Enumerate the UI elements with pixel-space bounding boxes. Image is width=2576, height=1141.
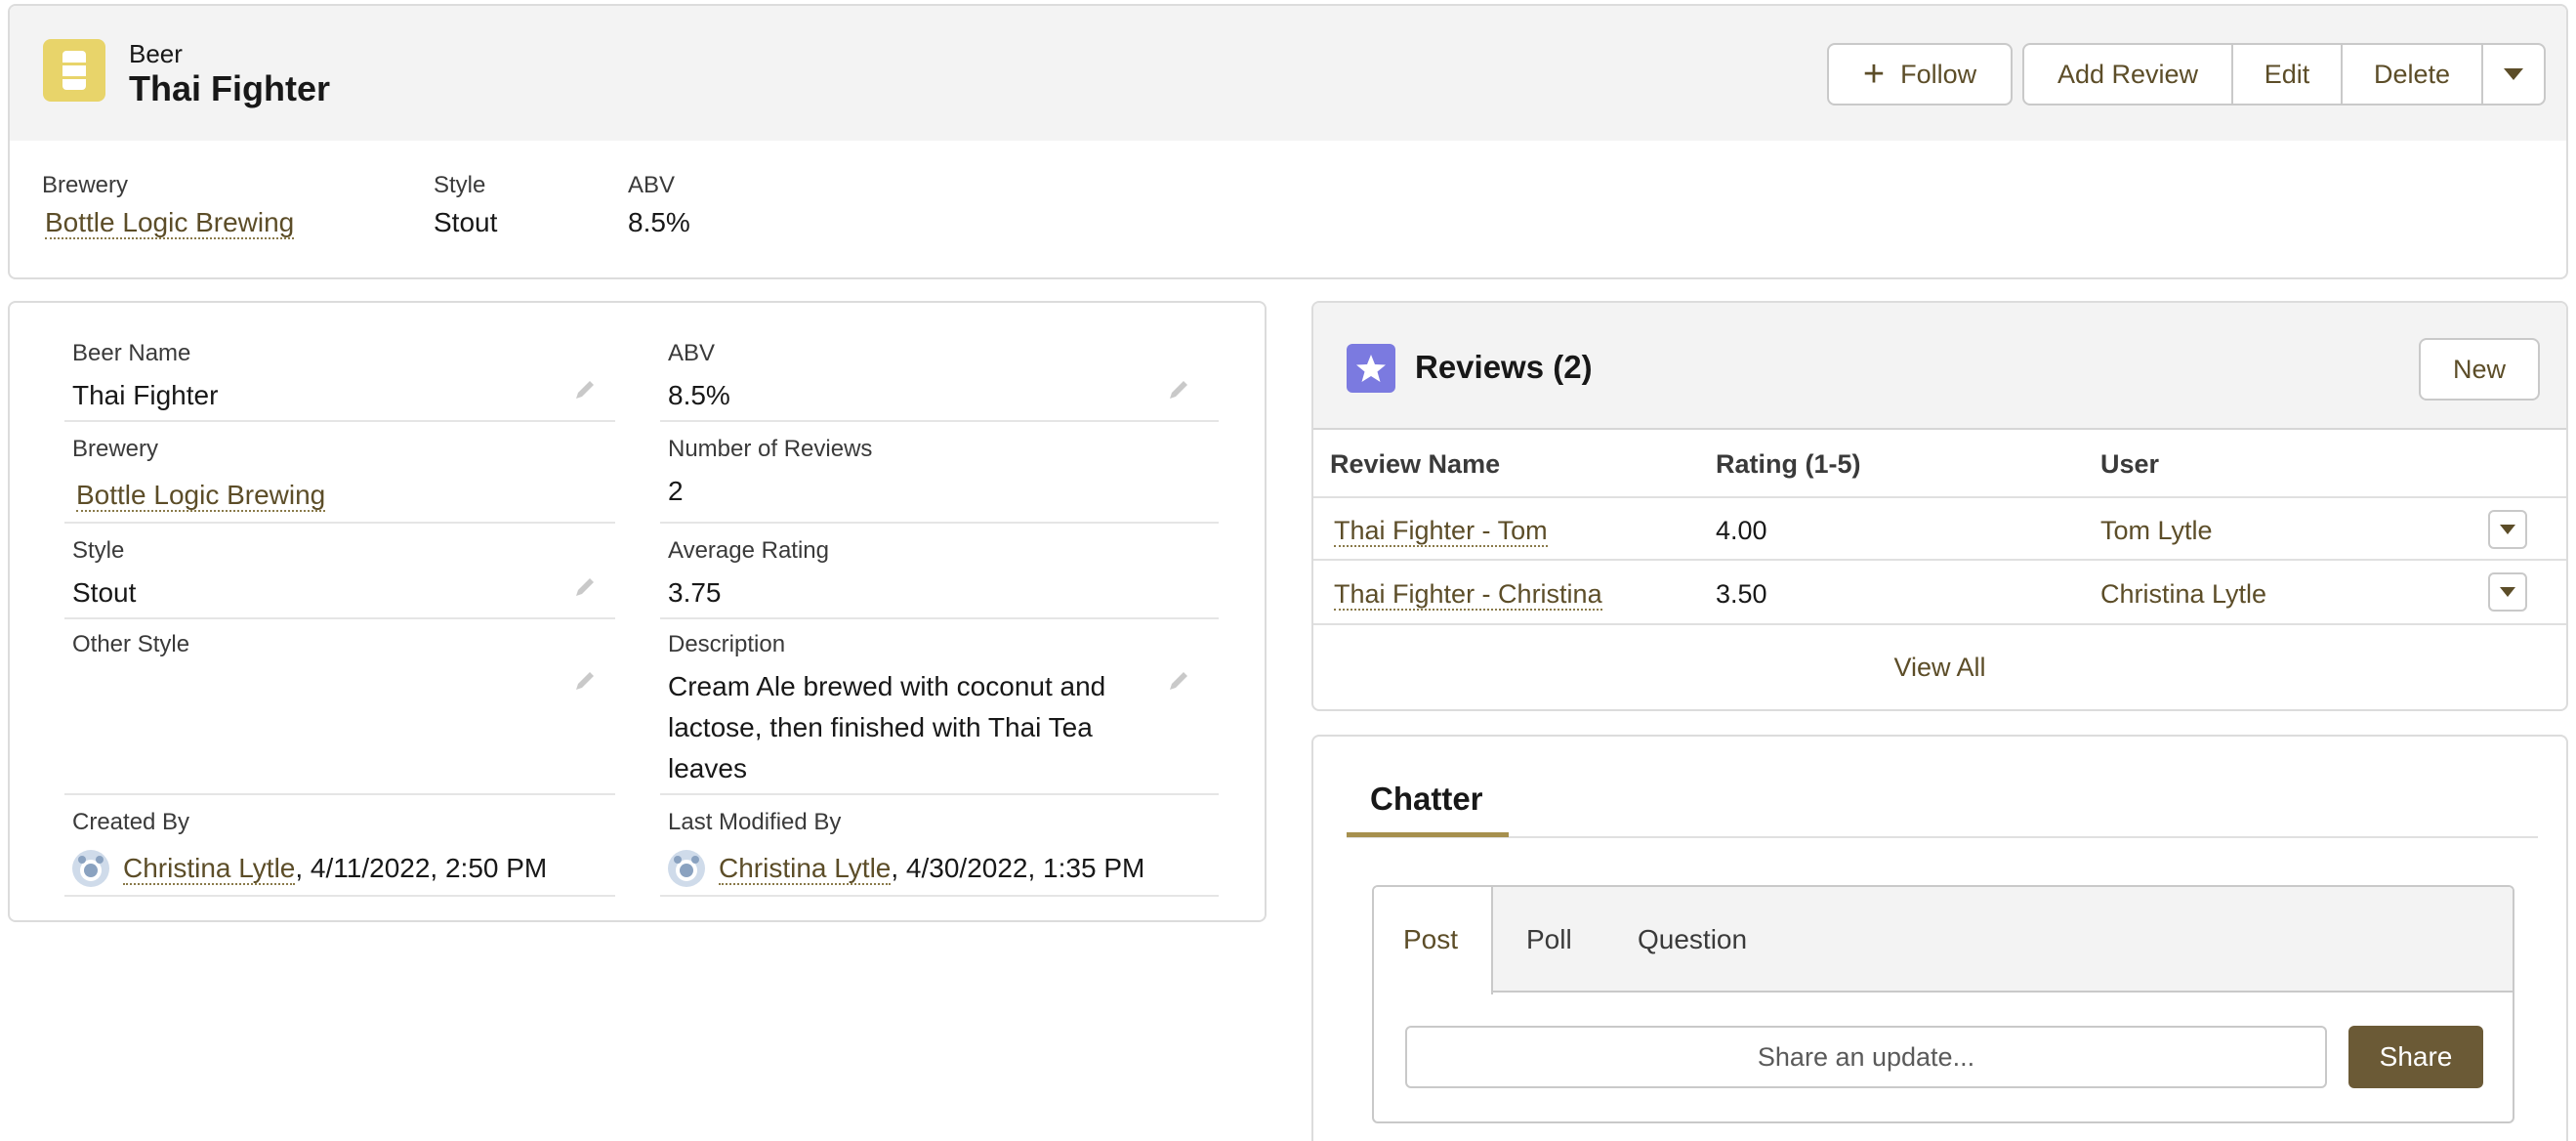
num-reviews-value: 2 bbox=[668, 476, 684, 506]
row-divider bbox=[1313, 559, 2566, 561]
created-by-user-link[interactable]: Christina Lytle bbox=[123, 853, 296, 885]
follow-button[interactable]: + Follow bbox=[1827, 43, 2013, 106]
astro-avatar-icon bbox=[78, 856, 104, 881]
created-by-date: , 4/11/2022, 2:50 PM bbox=[295, 853, 548, 883]
avg-rating-value: 3.75 bbox=[668, 577, 722, 608]
field-divider bbox=[660, 793, 1219, 795]
chevron-down-icon bbox=[2504, 68, 2523, 80]
chevron-down-icon bbox=[2500, 587, 2515, 597]
field-divider bbox=[660, 895, 1219, 897]
avg-rating-label: Average Rating bbox=[668, 537, 829, 564]
edit-style-pencil-icon[interactable] bbox=[572, 574, 598, 600]
delete-button[interactable]: Delete bbox=[2341, 43, 2483, 106]
modified-by-date: , 4/30/2022, 1:35 PM bbox=[891, 853, 1145, 883]
new-review-button[interactable]: New bbox=[2419, 338, 2540, 401]
field-divider bbox=[660, 522, 1219, 524]
tab-chatter[interactable]: Chatter bbox=[1370, 781, 1483, 818]
field-divider bbox=[660, 420, 1219, 422]
beer-name-label: Beer Name bbox=[72, 340, 191, 366]
publisher-tab-post[interactable]: Post bbox=[1403, 924, 1458, 955]
publisher-tab-question[interactable]: Question bbox=[1638, 924, 1747, 955]
publisher-tab-poll[interactable]: Poll bbox=[1526, 924, 1572, 955]
astro-avatar-icon bbox=[674, 856, 699, 881]
column-header-review-name: Review Name bbox=[1330, 449, 1501, 479]
reviews-title[interactable]: Reviews (2) bbox=[1415, 349, 1593, 386]
review-name-cell[interactable]: Thai Fighter - Christina bbox=[1334, 579, 1602, 611]
chevron-down-icon bbox=[2500, 525, 2515, 534]
column-header-user: User bbox=[2100, 449, 2160, 479]
review-user-link[interactable]: Christina Lytle bbox=[2100, 579, 2266, 610]
chatter-panel: Chatter Post Poll Question Share an upda… bbox=[1311, 735, 2568, 1141]
other-style-label: Other Style bbox=[72, 631, 190, 657]
tab-divider bbox=[1347, 836, 2538, 838]
beer-name-value: Thai Fighter bbox=[72, 380, 219, 410]
highlight-abv-label: ABV bbox=[628, 172, 676, 198]
modified-by-label: Last Modified By bbox=[668, 809, 842, 835]
highlight-brewery-label: Brewery bbox=[42, 172, 129, 198]
beer-can-icon bbox=[43, 39, 105, 102]
abv-value: 8.5% bbox=[668, 380, 730, 410]
highlight-brewery-value[interactable]: Bottle Logic Brewing bbox=[45, 207, 295, 239]
review-name-link[interactable]: Thai Fighter - Christina bbox=[1334, 579, 1602, 611]
row-divider bbox=[1313, 623, 2566, 625]
share-button[interactable]: Share bbox=[2348, 1026, 2483, 1088]
share-update-input[interactable]: Share an update... bbox=[1405, 1026, 2327, 1088]
more-actions-button[interactable] bbox=[2481, 43, 2546, 106]
review-name-cell[interactable]: Thai Fighter - Tom bbox=[1334, 516, 1548, 547]
field-divider bbox=[660, 617, 1219, 619]
field-divider bbox=[64, 420, 615, 422]
style-label: Style bbox=[72, 537, 125, 564]
add-review-button[interactable]: Add Review bbox=[2022, 43, 2233, 106]
description-value: Cream Ale brewed with coconut and lactos… bbox=[668, 671, 1106, 783]
star-icon bbox=[1347, 344, 1395, 393]
edit-description-pencil-icon[interactable] bbox=[1166, 668, 1191, 694]
publisher: Post Poll Question Share an update... Sh… bbox=[1372, 885, 2514, 1123]
edit-beer-name-pencil-icon[interactable] bbox=[572, 377, 598, 402]
field-divider bbox=[64, 522, 615, 524]
review-user-link[interactable]: Tom Lytle bbox=[2100, 516, 2213, 546]
created-by-label: Created By bbox=[72, 809, 190, 835]
edit-other-style-pencil-icon[interactable] bbox=[572, 668, 598, 694]
column-header-rating: Rating (1-5) bbox=[1716, 449, 1861, 479]
row-actions-button[interactable] bbox=[2488, 572, 2527, 612]
style-value: Stout bbox=[72, 577, 137, 608]
user-avatar[interactable] bbox=[668, 850, 705, 887]
object-type-label: Beer bbox=[129, 39, 183, 68]
reviews-related-list: Reviews (2) New Review Name Rating (1-5)… bbox=[1311, 301, 2568, 711]
description-label: Description bbox=[668, 631, 786, 657]
review-rating-cell: 3.50 bbox=[1716, 579, 1767, 609]
record-title: Thai Fighter bbox=[129, 68, 330, 108]
review-rating-cell: 4.00 bbox=[1716, 516, 1767, 545]
edit-button[interactable]: Edit bbox=[2231, 43, 2343, 106]
highlight-style-label: Style bbox=[434, 172, 486, 198]
brewery-label: Brewery bbox=[72, 436, 159, 462]
field-divider bbox=[64, 617, 615, 619]
plus-icon: + bbox=[1862, 54, 1886, 95]
highlight-abv-value: 8.5% bbox=[628, 207, 690, 237]
row-divider bbox=[1313, 496, 2566, 498]
brewery-link[interactable]: Bottle Logic Brewing bbox=[45, 207, 295, 239]
details-panel: Beer Name Thai Fighter ABV 8.5% Brewery … bbox=[8, 301, 1267, 922]
modified-by-value: Christina Lytle, 4/30/2022, 1:35 PM bbox=[719, 848, 1144, 889]
highlight-style-value: Stout bbox=[434, 207, 498, 237]
field-divider bbox=[64, 895, 615, 897]
abv-label: ABV bbox=[668, 340, 716, 366]
brewery-detail-link[interactable]: Bottle Logic Brewing bbox=[76, 480, 326, 512]
view-all-link[interactable]: View All bbox=[1313, 653, 2566, 683]
num-reviews-label: Number of Reviews bbox=[668, 436, 873, 462]
created-by-value: Christina Lytle, 4/11/2022, 2:50 PM bbox=[123, 848, 547, 889]
field-divider bbox=[64, 793, 615, 795]
user-avatar[interactable] bbox=[72, 850, 109, 887]
row-actions-button[interactable] bbox=[2488, 510, 2527, 549]
record-header: Beer Thai Fighter + Follow Add Review Ed… bbox=[8, 4, 2568, 279]
review-name-link[interactable]: Thai Fighter - Tom bbox=[1334, 516, 1548, 547]
active-tab-indicator bbox=[1347, 832, 1509, 837]
modified-by-user-link[interactable]: Christina Lytle bbox=[719, 853, 892, 885]
brewery-value[interactable]: Bottle Logic Brewing bbox=[76, 475, 326, 516]
edit-abv-pencil-icon[interactable] bbox=[1166, 377, 1191, 402]
follow-label: Follow bbox=[1900, 59, 1977, 89]
